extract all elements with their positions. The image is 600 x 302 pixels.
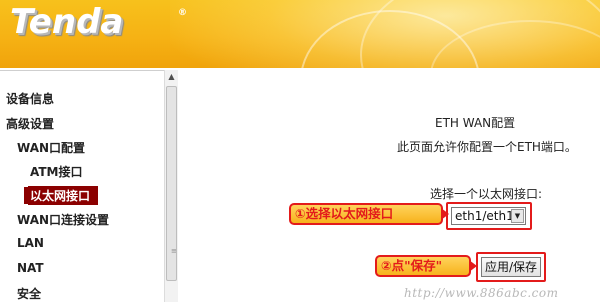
step2-callout-pointer [469, 260, 477, 272]
sidebar-item-device-info[interactable]: 设备信息 [6, 90, 54, 107]
sidebar-item-advanced-settings[interactable]: 高级设置 [6, 115, 54, 132]
scroll-thumb[interactable]: ≡ [166, 86, 177, 281]
sidebar-item-security[interactable]: 安全 [17, 285, 41, 302]
tenda-logo: Tenda [10, 2, 124, 42]
sidebar-item-lan[interactable]: LAN [17, 236, 44, 250]
sidebar-item-nat[interactable]: NAT [17, 261, 44, 275]
sidebar-item-ethernet-interface[interactable]: 以太网接口 [28, 186, 99, 205]
scroll-up-arrow-icon[interactable]: ▲ [165, 70, 178, 84]
registered-mark: ® [178, 8, 187, 18]
apply-save-button[interactable]: 应用/保存 [481, 257, 541, 277]
scroll-grip-icon: ≡ [171, 247, 177, 255]
sidebar-scrollbar[interactable]: ▲ ≡ [164, 70, 178, 302]
site-watermark: http://www.886abc.com [404, 286, 559, 300]
page-title: ETH WAN配置 [435, 116, 516, 130]
step1-callout-pointer [441, 208, 449, 220]
sidebar-nav: 设备信息 高级设置 WAN口配置 ATM接口 以太网接口 WAN口连接设置 LA… [0, 70, 178, 302]
sidebar-item-wan-connection-settings[interactable]: WAN口连接设置 [17, 211, 109, 228]
sidebar-item-wan-config[interactable]: WAN口配置 [17, 139, 85, 156]
chevron-down-icon[interactable]: ▼ [511, 209, 524, 223]
header-banner: Tenda ® [0, 0, 600, 68]
select-value: eth1/eth1 [455, 209, 514, 223]
page-description: 此页面允许你配置一个ETH端口。 [397, 140, 577, 154]
step2-callout: ②点"保存" [375, 255, 471, 277]
main-content: ETH WAN配置 此页面允许你配置一个ETH端口。 选择一个以太网接口: et… [179, 70, 600, 302]
step1-callout: ①选择以太网接口 [289, 203, 443, 225]
interface-select-label: 选择一个以太网接口: [430, 187, 543, 201]
sidebar-item-atm-interface[interactable]: ATM接口 [30, 163, 82, 180]
ethernet-interface-select[interactable]: eth1/eth1 ▼ [451, 207, 526, 225]
